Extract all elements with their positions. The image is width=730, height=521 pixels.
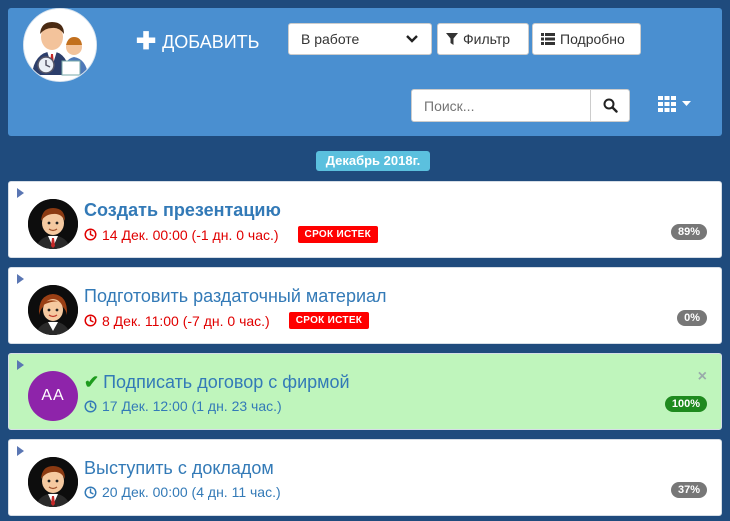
task-card[interactable]: Выступить с докладом 20 Дек. 00:00 (4 дн… <box>8 439 722 516</box>
search-button[interactable] <box>590 90 629 121</box>
add-button[interactable]: ✚ ДОБАВИТЬ <box>136 30 259 54</box>
progress-badge: 89% <box>670 224 707 240</box>
overdue-badge: СРОК ИСТЕК <box>288 312 370 329</box>
avatar: AA <box>28 371 78 421</box>
task-due-text: 20 Дек. 00:00 (4 дн. 11 час.) <box>102 484 281 500</box>
task-due: 20 Дек. 00:00 (4 дн. 11 час.) <box>84 484 281 500</box>
clock-icon <box>84 314 97 327</box>
chevron-down-icon <box>406 35 418 43</box>
task-card[interactable]: AA ✔ Подписать договор с фирмой 17 Дек. 1… <box>8 353 722 430</box>
view-mode-button[interactable] <box>658 96 691 112</box>
search-icon <box>603 98 618 113</box>
toolbar: ✚ ДОБАВИТЬ В работе Фильтр Подробно <box>8 8 722 136</box>
filter-button-label: Фильтр <box>463 31 511 47</box>
task-due: 17 Дек. 12:00 (1 дн. 23 час.) <box>84 398 282 414</box>
status-select[interactable]: В работе <box>288 23 432 55</box>
task-title-text: Подписать договор с фирмой <box>103 372 350 392</box>
clock-icon <box>84 486 97 499</box>
filter-button[interactable]: Фильтр <box>437 23 529 55</box>
status-select-value: В работе <box>301 31 360 47</box>
task-due-text: 14 Дек. 00:00 (-1 дн. 0 час.) <box>102 226 279 243</box>
caret-down-icon <box>682 101 691 106</box>
task-card[interactable]: Подготовить раздаточный материал 8 Дек. … <box>8 267 722 344</box>
task-due-text: 8 Дек. 11:00 (-7 дн. 0 час.) <box>102 312 270 329</box>
close-icon[interactable]: × <box>698 368 707 386</box>
filter-icon <box>446 32 458 45</box>
expand-icon[interactable] <box>17 446 24 456</box>
expand-icon[interactable] <box>17 188 24 198</box>
search-input[interactable] <box>412 90 590 121</box>
details-button[interactable]: Подробно <box>532 23 641 55</box>
expand-icon[interactable] <box>17 360 24 370</box>
progress-badge: 0% <box>677 310 707 326</box>
avatar <box>28 199 78 249</box>
app-logo <box>23 8 97 82</box>
clock-icon <box>84 400 97 413</box>
progress-badge: 100% <box>664 396 707 412</box>
task-card[interactable]: Создать презентацию 14 Дек. 00:00 (-1 дн… <box>8 181 722 258</box>
add-button-label: ДОБАВИТЬ <box>162 31 260 52</box>
task-due: 8 Дек. 11:00 (-7 дн. 0 час.) СРОК ИСТЕК <box>84 312 370 329</box>
search-box <box>411 89 630 122</box>
task-due: 14 Дек. 00:00 (-1 дн. 0 час.) СРОК ИСТЕК <box>84 226 379 243</box>
progress-badge: 37% <box>670 482 707 498</box>
grid-icon <box>658 96 676 112</box>
month-label: Декабрь 2018г. <box>316 151 430 171</box>
task-title[interactable]: Подготовить раздаточный материал <box>84 286 387 307</box>
details-button-label: Подробно <box>560 31 625 47</box>
task-title[interactable]: Выступить с докладом <box>84 458 274 479</box>
avatar <box>28 457 78 507</box>
expand-icon[interactable] <box>17 274 24 284</box>
clock-icon <box>84 228 97 241</box>
plus-icon: ✚ <box>136 28 157 55</box>
task-title[interactable]: ✔ Подписать договор с фирмой <box>84 372 350 393</box>
list-icon <box>541 33 555 45</box>
avatar <box>28 285 78 335</box>
overdue-badge: СРОК ИСТЕК <box>297 226 379 243</box>
task-due-text: 17 Дек. 12:00 (1 дн. 23 час.) <box>102 398 282 414</box>
task-title[interactable]: Создать презентацию <box>84 200 281 221</box>
check-icon: ✔ <box>84 372 100 392</box>
